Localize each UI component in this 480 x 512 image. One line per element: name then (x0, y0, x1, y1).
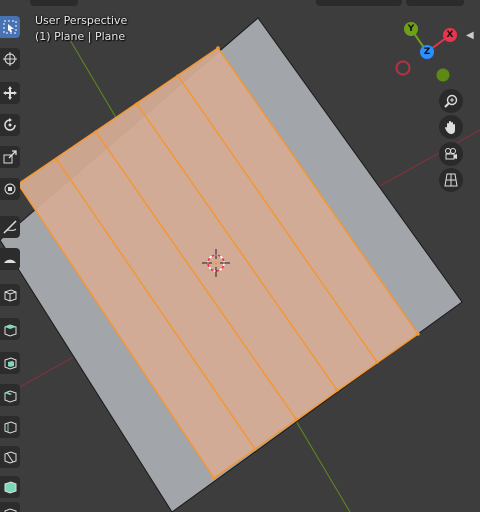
scale-tool[interactable] (0, 146, 20, 168)
bevel-icon (4, 390, 17, 403)
ortho-grid-icon (444, 173, 458, 187)
poly-build-icon (4, 481, 17, 494)
scale-icon (3, 150, 17, 164)
z-axis-label: Z (424, 47, 431, 57)
select-box-icon (3, 20, 17, 34)
rotate-tool[interactable] (0, 114, 20, 136)
spin-tool[interactable] (0, 502, 20, 512)
add-cube-tool[interactable] (0, 284, 20, 306)
transform-icon (4, 183, 16, 195)
knife-icon (4, 451, 17, 464)
spin-icon (4, 508, 17, 512)
measure-tool[interactable] (0, 248, 20, 270)
inset-icon (4, 357, 17, 370)
poly-build-tool[interactable] (0, 476, 20, 498)
annotate-tool[interactable] (0, 216, 20, 238)
selected-faces[interactable] (18, 48, 418, 478)
bevel-tool[interactable] (0, 384, 20, 406)
cursor-icon (3, 52, 17, 66)
navigation-gizmo[interactable]: Y X Z (392, 18, 462, 88)
y-axis-label: Y (407, 24, 415, 34)
loop-cut-tool[interactable] (0, 416, 20, 438)
x-axis-label: X (447, 30, 454, 40)
transform-tool[interactable] (0, 178, 20, 200)
neg-x-axis-handle-icon[interactable] (395, 60, 411, 76)
add-cube-icon (4, 289, 17, 302)
pan-hand-icon (445, 121, 455, 134)
select-box-tool[interactable] (0, 16, 20, 38)
extrude-tool[interactable] (0, 318, 20, 340)
loop-cut-icon (4, 421, 17, 434)
rotate-icon (4, 118, 16, 131)
active-object-label: (1) Plane | Plane (35, 30, 126, 43)
move-tool[interactable] (0, 82, 20, 104)
3d-viewport[interactable]: User Perspective (1) Plane | Plane Y X Z… (0, 0, 480, 512)
view-perspective-label: User Perspective (35, 14, 128, 27)
neg-y-axis-handle-icon[interactable] (436, 68, 450, 82)
zoom-button[interactable] (439, 89, 463, 113)
header-tab-fragment[interactable] (406, 0, 464, 6)
knife-tool[interactable] (0, 446, 20, 468)
cursor-tool[interactable] (0, 48, 20, 70)
zoom-icon (444, 94, 458, 108)
header-tab-fragment[interactable] (30, 0, 78, 6)
move-icon (3, 86, 17, 100)
extrude-icon (4, 324, 17, 337)
measure-icon (4, 259, 16, 263)
ortho-toggle-button[interactable] (439, 168, 463, 192)
camera-view-icon (445, 148, 457, 160)
annotate-icon (3, 220, 17, 234)
pan-button[interactable] (439, 115, 463, 139)
header-tab-fragment[interactable] (316, 0, 402, 6)
camera-view-button[interactable] (439, 142, 463, 166)
inset-tool[interactable] (0, 352, 20, 374)
sidebar-toggle-icon[interactable]: ◀ (466, 30, 474, 41)
